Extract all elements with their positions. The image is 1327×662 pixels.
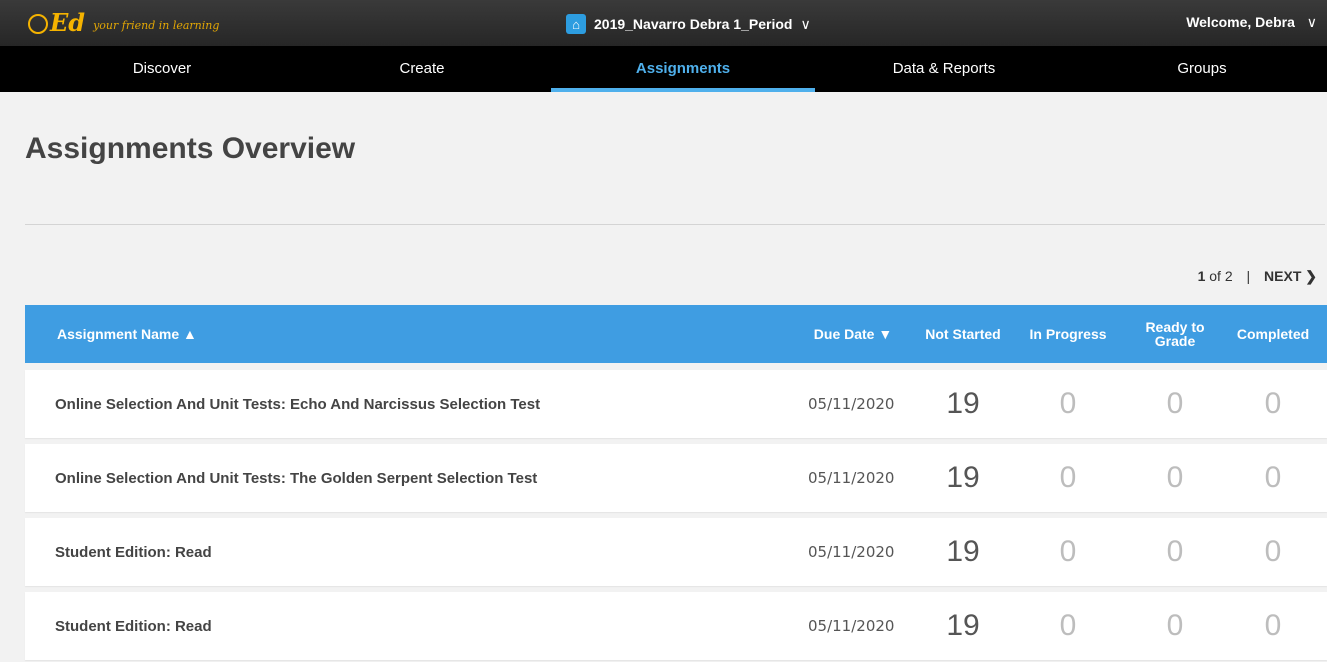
nav-create[interactable]: Create [290,46,554,92]
header-due-date[interactable]: Due Date ▼ [803,305,903,363]
nav-assignments[interactable]: Assignments [551,46,815,92]
due-date: 05/11/2020 [808,469,895,487]
assignment-name[interactable]: Student Edition: Read [55,518,212,586]
not-started-count[interactable]: 19 [918,518,1008,586]
in-progress-count: 0 [1059,387,1077,420]
header-ready-line2: Grade [1154,333,1196,349]
header-ready-line1: Ready to [1145,319,1205,335]
next-page-button[interactable]: NEXT ❯ [1264,268,1317,284]
due-date: 05/11/2020 [808,617,895,635]
chevron-right-icon: ❯ [1305,268,1317,284]
ready-to-grade-count: 0 [1166,387,1184,420]
completed-count: 0 [1264,387,1282,420]
chevron-down-icon: ∨ [800,15,811,32]
header-in-progress[interactable]: In Progress [1018,305,1118,363]
class-name: 2019_Navarro Debra 1_Period [594,16,793,32]
table-row[interactable]: Student Edition: Read 05/11/2020 19 0 0 … [25,518,1327,586]
sun-icon [28,14,48,34]
page-current: 1 [1197,268,1206,284]
not-started-count[interactable]: 19 [918,444,1008,512]
user-menu[interactable]: Welcome, Debra ∨ [1186,14,1317,31]
header-assignment-name[interactable]: Assignment Name ▲ [57,305,197,363]
welcome-text: Welcome, Debra [1186,14,1295,30]
assignment-name[interactable]: Student Edition: Read [55,592,212,660]
main-nav: Discover Create Assignments Data & Repor… [0,46,1327,92]
not-started-count[interactable]: 19 [918,592,1008,660]
chevron-down-icon: ∨ [1306,14,1317,30]
class-selector[interactable]: ⌂ 2019_Navarro Debra 1_Period ∨ [566,12,811,36]
completed-count: 0 [1264,609,1282,642]
ready-to-grade-count: 0 [1166,535,1184,568]
header-ready-to-grade[interactable]: Ready to Grade [1130,305,1220,363]
ready-to-grade-count: 0 [1166,609,1184,642]
nav-discover[interactable]: Discover [30,46,294,92]
logo-text: Ed [50,8,86,37]
page-total: of 2 [1209,268,1233,284]
page-title: Assignments Overview [25,132,356,165]
due-date: 05/11/2020 [808,395,895,413]
table-header: Assignment Name ▲ Due Date ▼ Not Started… [25,305,1327,363]
logo-tagline: your friend in learning [93,19,220,32]
next-label: NEXT [1264,268,1302,284]
table-row[interactable]: Online Selection And Unit Tests: Echo An… [25,370,1327,438]
nav-groups[interactable]: Groups [1070,46,1327,92]
pagination: 1 of 2 | NEXT ❯ [1198,268,1317,285]
table-row[interactable]: Student Edition: Read 05/11/2020 19 0 0 … [25,592,1327,660]
completed-count: 0 [1264,535,1282,568]
header-not-started[interactable]: Not Started [918,305,1008,363]
assignment-name[interactable]: Online Selection And Unit Tests: The Gol… [55,444,537,512]
pager-separator: | [1246,268,1251,284]
header-completed[interactable]: Completed [1223,305,1323,363]
assignment-name[interactable]: Online Selection And Unit Tests: Echo An… [55,370,540,438]
active-tab-indicator [551,88,815,92]
ready-to-grade-count: 0 [1166,461,1184,494]
divider [25,224,1325,225]
in-progress-count: 0 [1059,461,1077,494]
classroom-icon: ⌂ [566,14,586,34]
table-row[interactable]: Online Selection And Unit Tests: The Gol… [25,444,1327,512]
not-started-count[interactable]: 19 [918,370,1008,438]
logo[interactable]: Ed your friend in learning [28,8,219,38]
in-progress-count: 0 [1059,535,1077,568]
completed-count: 0 [1264,461,1282,494]
nav-data-reports[interactable]: Data & Reports [812,46,1076,92]
due-date: 05/11/2020 [808,543,895,561]
in-progress-count: 0 [1059,609,1077,642]
top-bar: Ed your friend in learning ⌂ 2019_Navarr… [0,0,1327,46]
